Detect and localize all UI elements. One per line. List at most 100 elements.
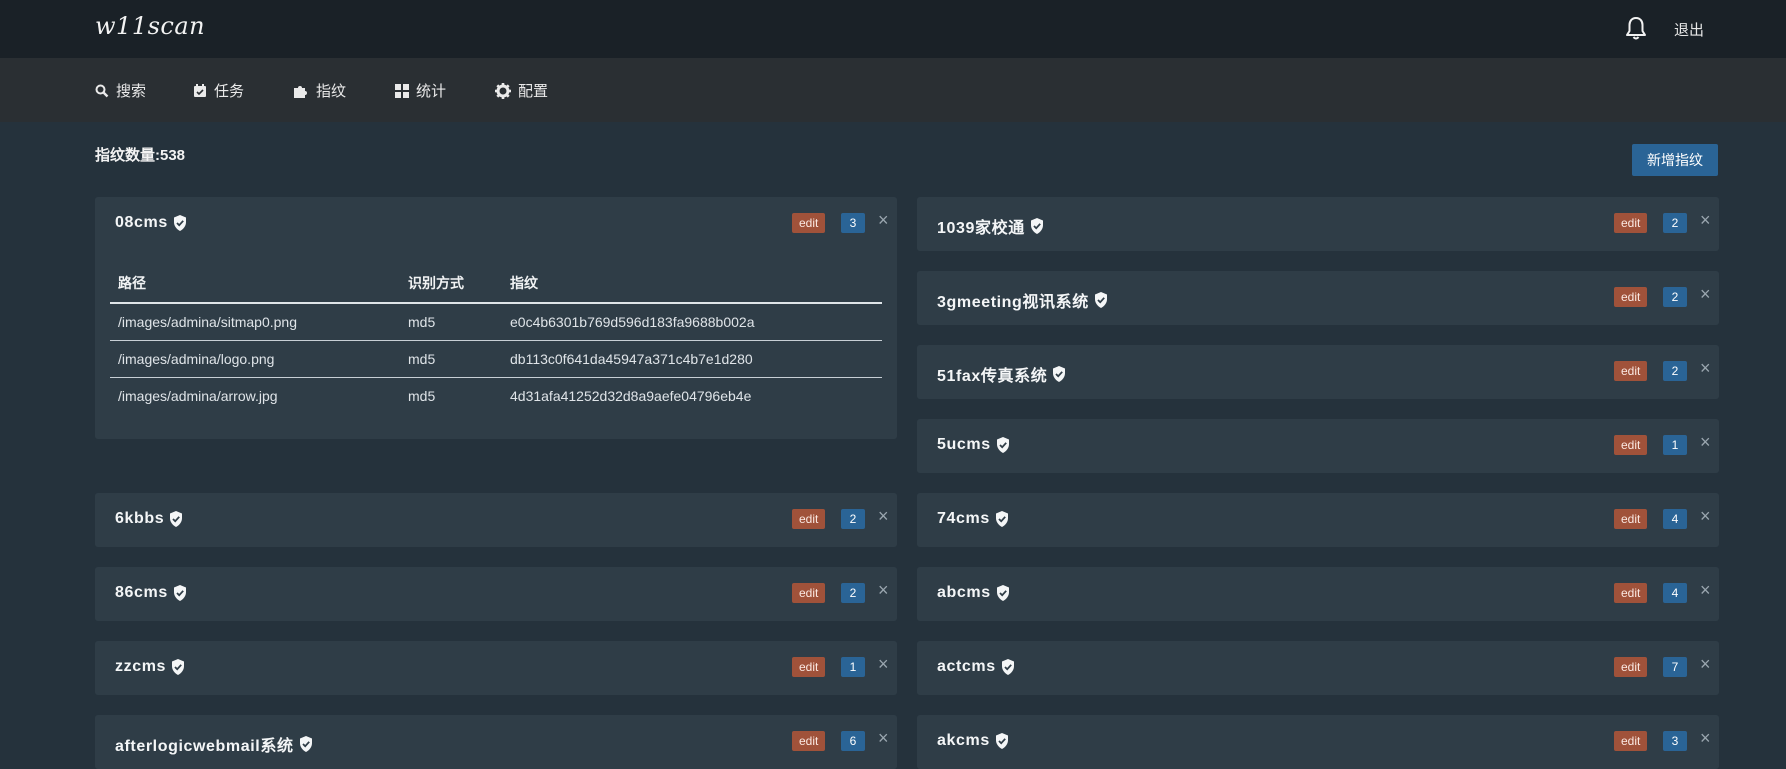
- card-name: 86cms: [115, 584, 168, 601]
- count-badge: 6: [841, 731, 865, 751]
- edit-button[interactable]: edit: [792, 583, 826, 603]
- nav-label: 指纹: [316, 83, 347, 100]
- main-nav: 搜索 任务 指纹 统计 配置: [0, 58, 1786, 122]
- card-title[interactable]: akcms: [937, 732, 1009, 750]
- cell-fingerprint: e0c4b6301b769d596d183fa9688b002a: [502, 303, 882, 341]
- count-badge: 2: [1663, 287, 1687, 307]
- card-title[interactable]: afterlogicwebmail系统: [115, 732, 313, 756]
- edit-button[interactable]: edit: [1614, 509, 1648, 529]
- cell-path: /images/admina/sitmap0.png: [110, 303, 400, 341]
- dashboard-icon: [395, 83, 409, 98]
- close-icon[interactable]: ×: [878, 580, 889, 601]
- edit-button[interactable]: edit: [1614, 361, 1648, 381]
- nav-label: 配置: [518, 83, 549, 100]
- edit-button[interactable]: edit: [1614, 435, 1648, 455]
- card-title[interactable]: 5ucms: [937, 436, 1010, 454]
- add-fingerprint-button[interactable]: 新增指纹: [1632, 144, 1718, 176]
- close-icon[interactable]: ×: [1700, 506, 1711, 527]
- fingerprint-card[interactable]: zzcms edit 1 ×: [95, 641, 897, 695]
- fingerprint-card[interactable]: abcms edit 4 ×: [917, 567, 1719, 621]
- card-title[interactable]: 3gmeeting视讯系统: [937, 288, 1108, 312]
- card-title[interactable]: 74cms: [937, 510, 1009, 528]
- nav-item-settings[interactable]: 配置: [495, 80, 548, 101]
- count-badge: 7: [1663, 657, 1687, 677]
- nav-item-stats[interactable]: 统计: [395, 80, 446, 101]
- close-icon[interactable]: ×: [878, 728, 889, 749]
- verified-shield-icon: [1053, 366, 1066, 382]
- card-name: 74cms: [937, 510, 990, 527]
- card-title[interactable]: 51fax传真系统: [937, 362, 1066, 386]
- fingerprint-card[interactable]: 1039家校通 edit 2 ×: [917, 197, 1719, 251]
- close-icon[interactable]: ×: [1700, 580, 1711, 601]
- table-row: /images/admina/sitmap0.png md5 e0c4b6301…: [110, 303, 882, 341]
- fingerprint-card[interactable]: 74cms edit 4 ×: [917, 493, 1719, 547]
- card-title[interactable]: 08cms: [115, 214, 187, 232]
- edit-button[interactable]: edit: [792, 213, 826, 233]
- count-badge: 3: [841, 213, 865, 233]
- count-badge: 2: [1663, 361, 1687, 381]
- table-row: /images/admina/arrow.jpg md5 4d31afa4125…: [110, 377, 882, 414]
- fingerprint-card[interactable]: 6kbbs edit 2 ×: [95, 493, 897, 547]
- fingerprint-card[interactable]: afterlogicwebmail系统 edit 6 ×: [95, 715, 897, 769]
- edit-button[interactable]: edit: [1614, 583, 1648, 603]
- nav-label: 统计: [416, 83, 447, 100]
- fingerprint-rules-table: 路径 识别方式 指纹 /images/admina/sitmap0.png md…: [110, 273, 882, 414]
- column-header-fingerprint: 指纹: [502, 273, 882, 304]
- card-title[interactable]: 1039家校通: [937, 214, 1044, 238]
- fingerprint-card[interactable]: 51fax传真系统 edit 2 ×: [917, 345, 1719, 399]
- verified-shield-icon: [1001, 659, 1014, 675]
- fingerprint-card[interactable]: actcms edit 7 ×: [917, 641, 1719, 695]
- app-logo[interactable]: w11scan: [95, 12, 205, 40]
- card-name: 1039家校通: [937, 220, 1025, 237]
- bell-icon[interactable]: [1624, 16, 1648, 42]
- column-header-path: 路径: [110, 273, 400, 304]
- cell-method: md5: [400, 340, 502, 378]
- edit-button[interactable]: edit: [1614, 731, 1648, 751]
- close-icon[interactable]: ×: [1700, 432, 1711, 453]
- nav-item-search[interactable]: 搜索: [95, 80, 146, 101]
- nav-item-tasks[interactable]: 任务: [193, 80, 244, 101]
- logout-link[interactable]: 退出: [1674, 19, 1704, 40]
- card-title[interactable]: zzcms: [115, 658, 185, 676]
- search-icon: [95, 84, 109, 97]
- edit-button[interactable]: edit: [1614, 287, 1648, 307]
- fingerprint-count: 指纹数量:538: [95, 147, 186, 164]
- close-icon[interactable]: ×: [878, 210, 889, 231]
- cell-fingerprint: 4d31afa41252d32d8a9aefe04796eb4e: [510, 387, 752, 404]
- count-badge: 2: [841, 509, 865, 529]
- count-badge: 2: [841, 583, 865, 603]
- card-title[interactable]: 86cms: [115, 584, 187, 602]
- fingerprint-card[interactable]: akcms edit 3 ×: [917, 715, 1719, 769]
- close-icon[interactable]: ×: [878, 506, 889, 527]
- close-icon[interactable]: ×: [878, 654, 889, 675]
- verified-shield-icon: [995, 733, 1008, 749]
- card-name: akcms: [937, 732, 990, 749]
- edit-button[interactable]: edit: [1614, 657, 1648, 677]
- nav-item-fingerprints[interactable]: 指纹: [293, 80, 346, 101]
- edit-button[interactable]: edit: [792, 731, 826, 751]
- fingerprint-card[interactable]: 08cms edit 3 × 路径 识别方式 指纹 /images/admina…: [95, 197, 897, 439]
- close-icon[interactable]: ×: [1700, 284, 1711, 305]
- verified-shield-icon: [173, 215, 186, 231]
- card-name: 5ucms: [937, 436, 991, 453]
- close-icon[interactable]: ×: [1700, 654, 1711, 675]
- verified-shield-icon: [170, 511, 183, 527]
- card-title[interactable]: 6kbbs: [115, 510, 183, 528]
- fingerprint-card[interactable]: 5ucms edit 1 ×: [917, 419, 1719, 473]
- edit-button[interactable]: edit: [792, 509, 826, 529]
- card-name: afterlogicwebmail系统: [115, 738, 294, 755]
- cell-path: /images/admina/arrow.jpg: [118, 387, 278, 404]
- card-name: 51fax传真系统: [937, 368, 1048, 385]
- count-badge: 3: [1663, 731, 1687, 751]
- close-icon[interactable]: ×: [1700, 210, 1711, 231]
- edit-button[interactable]: edit: [1614, 213, 1648, 233]
- close-icon[interactable]: ×: [1700, 358, 1711, 379]
- card-title[interactable]: actcms: [937, 658, 1015, 676]
- edit-button[interactable]: edit: [792, 657, 826, 677]
- close-icon[interactable]: ×: [1700, 728, 1711, 749]
- fingerprint-card[interactable]: 86cms edit 2 ×: [95, 567, 897, 621]
- fingerprint-card[interactable]: 3gmeeting视讯系统 edit 2 ×: [917, 271, 1719, 325]
- card-title[interactable]: abcms: [937, 584, 1010, 602]
- column-header-method: 识别方式: [400, 273, 502, 304]
- count-badge: 1: [1663, 435, 1687, 455]
